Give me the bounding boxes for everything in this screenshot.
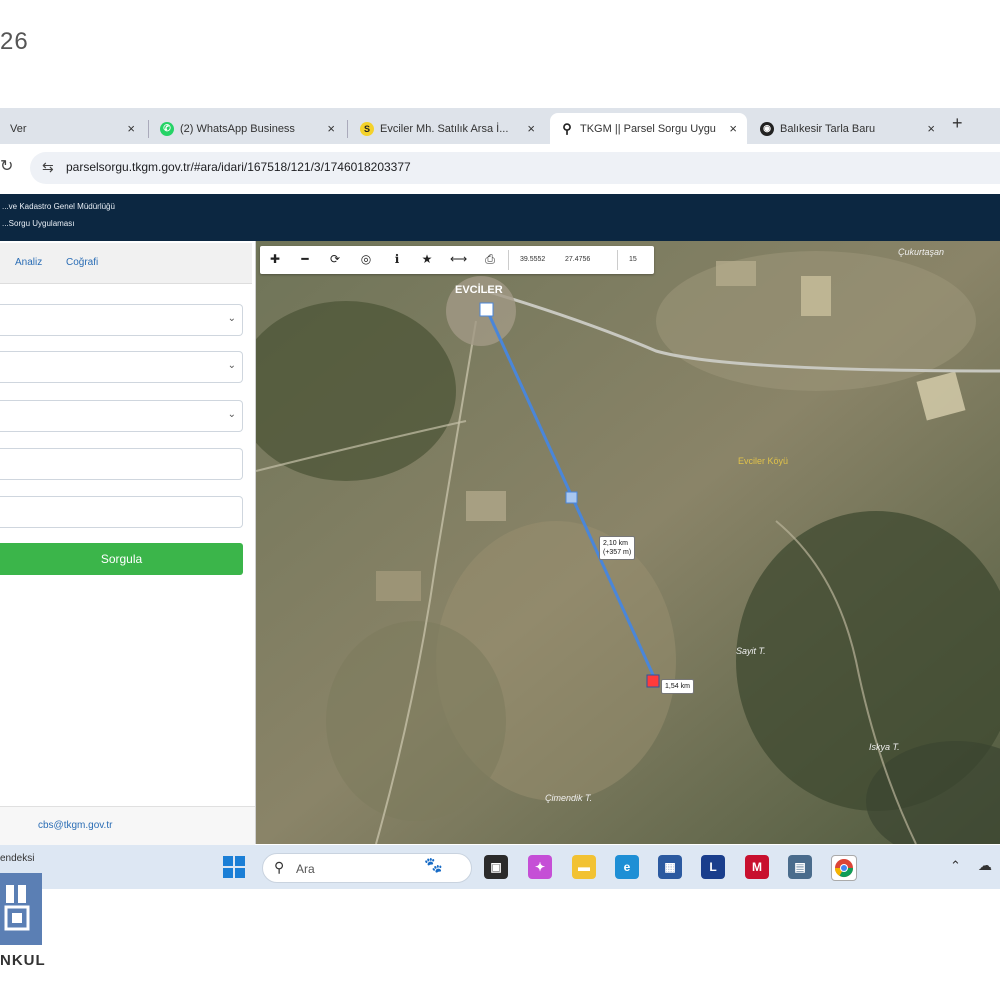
zoom-out-icon[interactable]: ━	[297, 252, 313, 266]
segment-distance: 2,10 km	[603, 540, 628, 547]
coordinate-lat: 39.5552	[520, 256, 546, 263]
copilot-icon[interactable]: ✦	[528, 855, 552, 879]
parcel-input[interactable]	[0, 496, 243, 528]
village-label: EVCİLER	[455, 284, 503, 296]
search-icon: ⚲	[274, 859, 285, 875]
chevron-down-icon: ⌄	[227, 360, 236, 371]
close-tab-icon[interactable]: ×	[327, 121, 335, 136]
measure-icon[interactable]: ⟷	[450, 252, 467, 266]
coordinate-lon: 27.4756	[565, 256, 591, 263]
end-distance-label: 1,54 km	[661, 679, 694, 694]
info-icon[interactable]: ℹ	[389, 252, 405, 266]
taskbar-left-text: endeksi	[0, 853, 35, 864]
close-tab-icon[interactable]: ×	[527, 121, 535, 136]
close-tab-icon[interactable]: ×	[729, 121, 737, 136]
locate-icon[interactable]: ◎	[358, 252, 374, 266]
refresh-icon[interactable]: ⟳	[327, 252, 343, 266]
tab-label: Ver	[10, 122, 27, 135]
tab-evciler[interactable]: S Evciler Mh. Satılık Arsa İ... ×	[350, 113, 545, 144]
place-label: Çukurtaşan	[898, 247, 945, 257]
new-tab-button[interactable]: +	[952, 113, 963, 134]
tab-whatsapp[interactable]: ✆ (2) WhatsApp Business ×	[150, 113, 345, 144]
zoom-in-icon[interactable]: ✚	[267, 252, 283, 266]
province-select[interactable]: ⌄	[0, 304, 243, 336]
segment-extra: (+357 m)	[603, 549, 632, 556]
corner-text: 26	[0, 28, 29, 55]
logo	[0, 873, 42, 945]
logo-text: NKUL	[0, 952, 46, 969]
search-placeholder: Ara	[296, 862, 315, 876]
widgets-icon[interactable]: 🐾	[424, 856, 443, 874]
block-input[interactable]	[0, 448, 243, 480]
whatsapp-icon: ✆	[160, 121, 174, 136]
tray-icon[interactable]: ☁	[978, 857, 992, 874]
file-explorer-icon[interactable]: ▬	[572, 855, 596, 879]
tab-ver[interactable]: Ver ×	[0, 113, 145, 144]
browser-tab-strip: Ver × ✆ (2) WhatsApp Business × S Evcile…	[0, 108, 1000, 144]
task-view-icon[interactable]: ▣	[484, 855, 508, 879]
edge-icon[interactable]: e	[615, 855, 639, 879]
chevron-down-icon: ⌄	[227, 409, 236, 420]
query-button[interactable]: Sorgula	[0, 543, 243, 575]
neighborhood-select[interactable]: ⌄	[0, 400, 243, 432]
site-info-icon[interactable]: ⇆	[42, 159, 54, 176]
tab-label: Evciler Mh. Satılık Arsa İ...	[380, 122, 509, 135]
contact-email-link[interactable]: cbs@tkgm.gov.tr	[38, 820, 112, 831]
app-l-icon[interactable]: L	[701, 855, 725, 879]
place-label: Sayit T.	[736, 646, 766, 656]
mcafee-icon[interactable]: M	[745, 855, 769, 879]
tab-label: Balıkesir Tarla Baru	[780, 122, 876, 135]
zoom-level: 15	[629, 256, 637, 263]
tab-tkgm[interactable]: ⚲ TKGM || Parsel Sorgu Uygu ×	[550, 113, 747, 144]
tab-cografi[interactable]: Coğrafi	[66, 257, 98, 268]
close-tab-icon[interactable]: ×	[127, 121, 135, 136]
chrome-icon[interactable]	[831, 855, 857, 881]
chevron-up-icon[interactable]: ⌃	[950, 858, 961, 874]
tab-balikesir[interactable]: ◉ Balıkesir Tarla Baru ×	[750, 113, 945, 144]
site-header	[0, 194, 1000, 241]
url-text[interactable]: parselsorgu.tkgm.gov.tr/#ara/idari/16751…	[66, 160, 411, 174]
chevron-down-icon: ⌄	[227, 313, 236, 324]
windows-start-icon[interactable]	[222, 855, 246, 879]
print-icon[interactable]: ⎙	[482, 252, 498, 267]
tab-analiz[interactable]: Analiz	[15, 257, 42, 268]
org-name: ...ve Kadastro Genel Müdürlüğü	[2, 202, 115, 211]
reload-icon[interactable]: ↻	[0, 156, 13, 176]
close-tab-icon[interactable]: ×	[927, 121, 935, 136]
star-icon[interactable]: ★	[419, 252, 435, 266]
sahibinden-icon: S	[360, 121, 374, 136]
site-favicon-icon: ◉	[760, 121, 774, 136]
calculator-icon[interactable]: ▤	[788, 855, 812, 879]
tab-label: (2) WhatsApp Business	[180, 122, 295, 135]
segment-distance-label: 2,10 km (+357 m)	[599, 536, 636, 560]
place-label: Iskya T.	[869, 742, 900, 752]
tab-label: TKGM || Parsel Sorgu Uygu	[580, 122, 716, 135]
district-select[interactable]: ⌄	[0, 351, 243, 383]
place-label-yellow: Evciler Köyü	[738, 456, 789, 466]
store-icon[interactable]: ▦	[658, 855, 682, 879]
location-pin-icon: ⚲	[562, 120, 572, 136]
app-name: ...Sorgu Uygulaması	[2, 219, 75, 228]
place-label: Çimendik T.	[545, 793, 593, 803]
